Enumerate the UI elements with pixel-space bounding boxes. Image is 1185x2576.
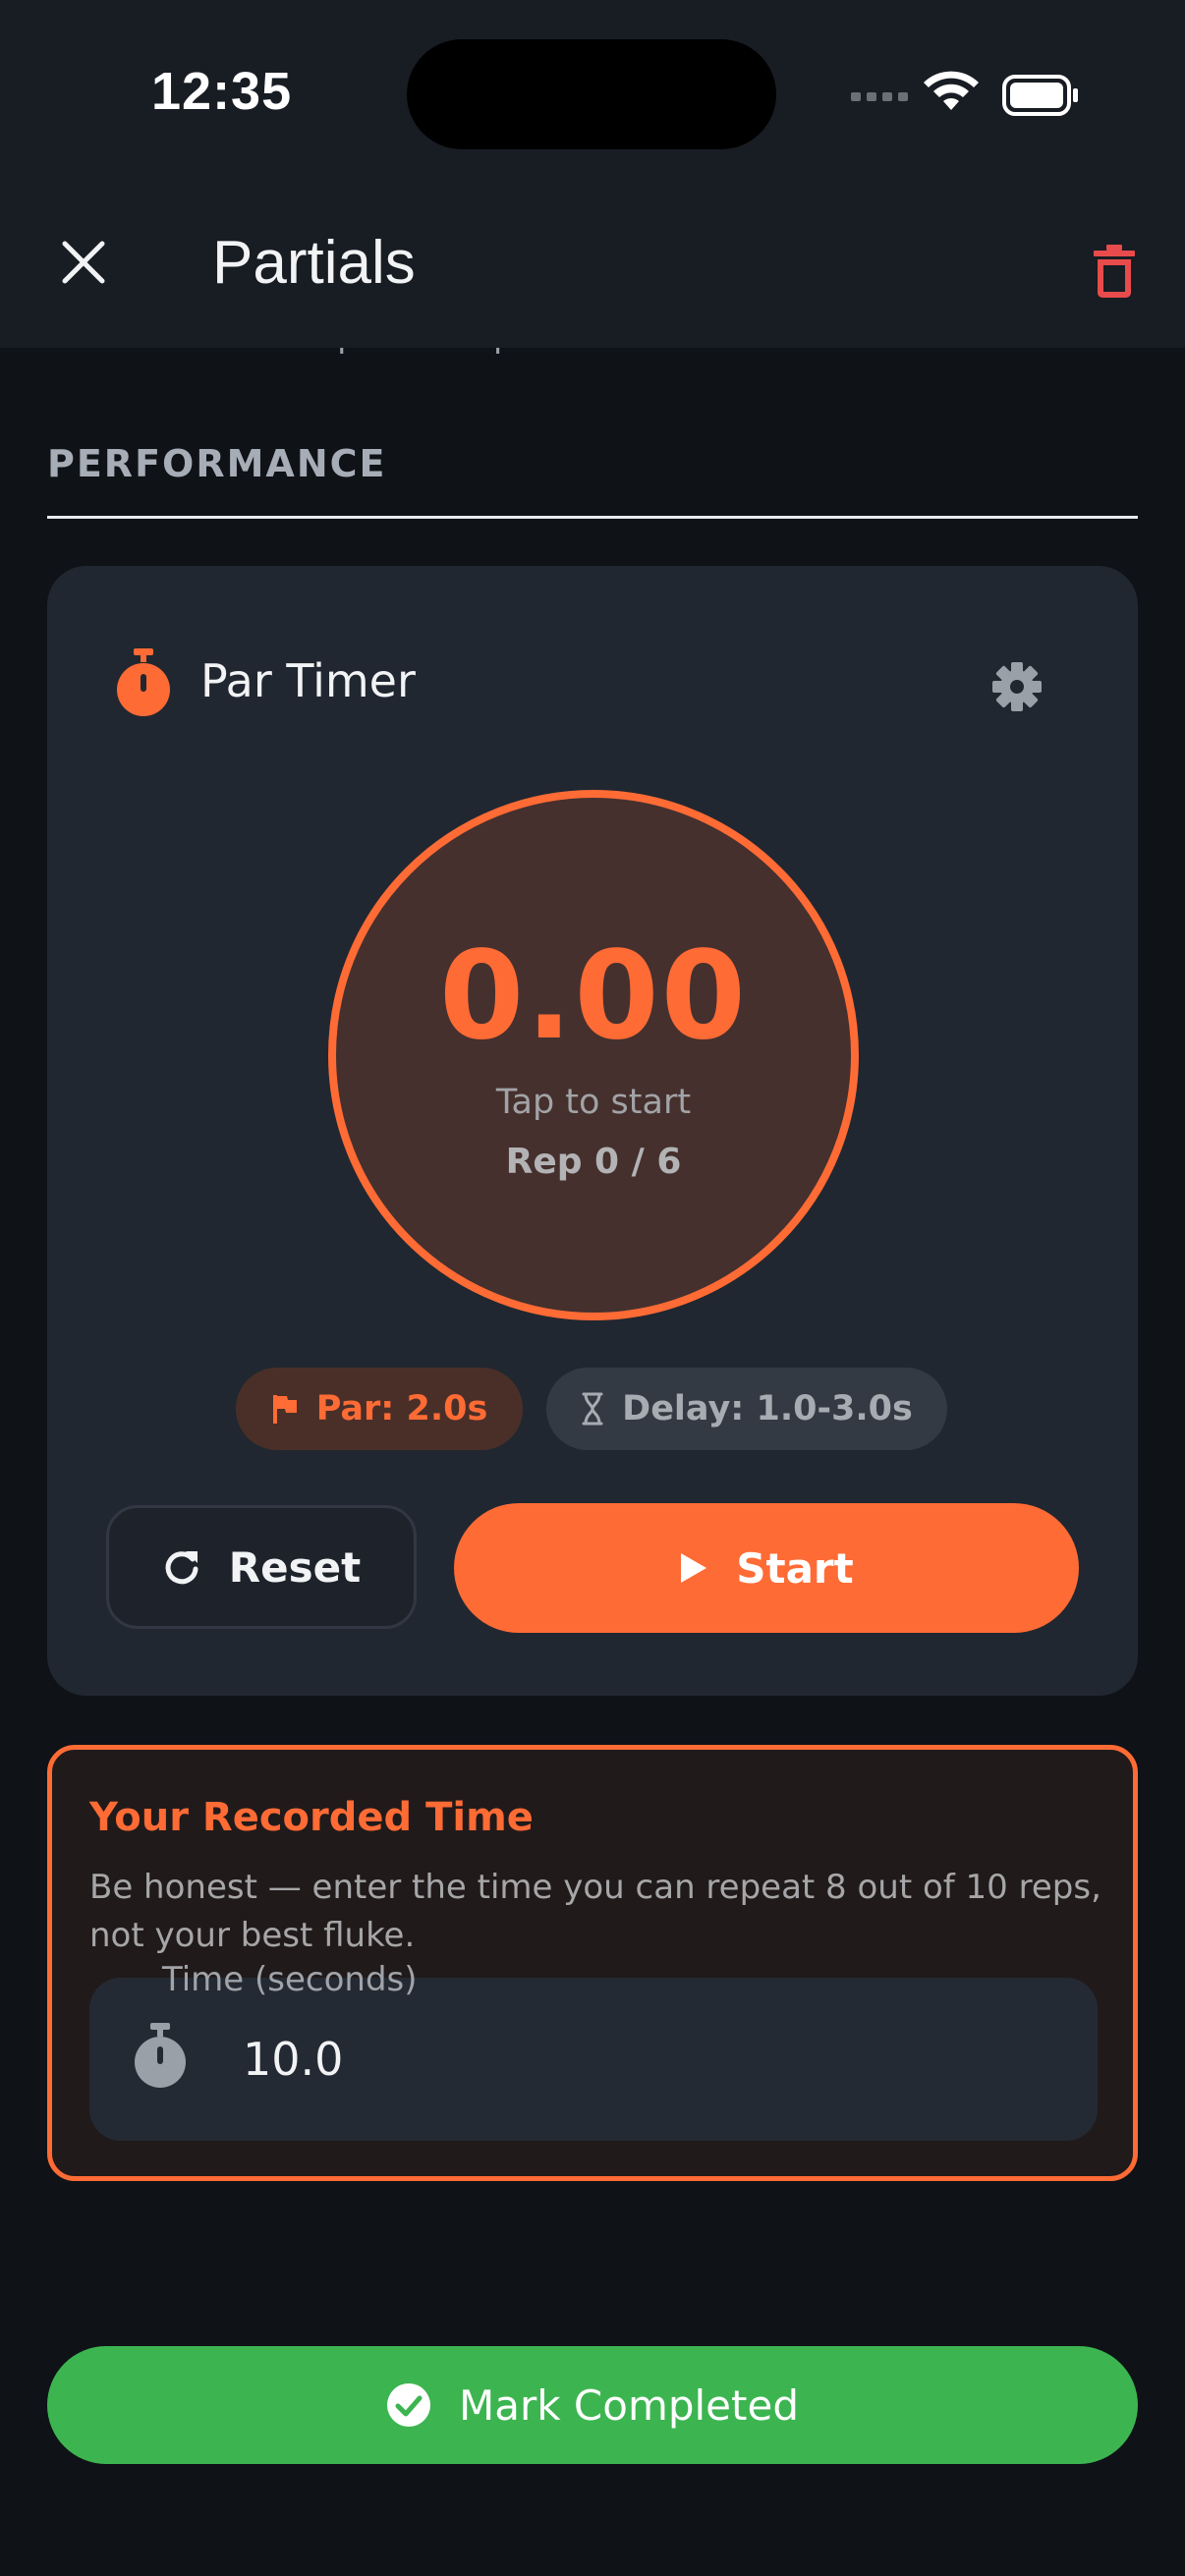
recorded-time-title: Your Recorded Time — [89, 1795, 534, 1840]
delete-button[interactable] — [1071, 228, 1157, 314]
reset-button[interactable]: Reset — [106, 1505, 417, 1629]
delay-chip: Delay: 1.0-3.0s — [546, 1368, 947, 1450]
start-button[interactable]: Start — [454, 1503, 1079, 1633]
app-screen: 12:35 Number of repetitions per set — [0, 0, 1185, 2576]
par-timer-card: Par Timer 0.00 Tap to start Rep 0 / 6 Pa… — [47, 566, 1138, 1696]
rep-counter: Rep 0 / 6 — [505, 1142, 682, 1182]
section-heading-performance: PERFORMANCE — [47, 442, 387, 485]
wifi-icon — [924, 71, 979, 110]
check-circle-icon — [387, 2383, 430, 2427]
stopwatch-icon — [117, 648, 170, 716]
tap-to-start-hint: Tap to start — [495, 1083, 692, 1122]
delay-chip-label: Delay: 1.0-3.0s — [622, 1389, 913, 1428]
timer-title: Par Timer — [200, 654, 416, 707]
close-icon — [62, 241, 105, 284]
par-chip: Par: 2.0s — [236, 1368, 523, 1450]
close-button[interactable] — [39, 218, 128, 307]
dynamic-island — [407, 39, 776, 149]
time-seconds-input[interactable]: 10.0 — [89, 1978, 1098, 2141]
timer-value: 0.00 — [439, 925, 748, 1067]
recorded-time-description: Be honest — enter the time you can repea… — [89, 1868, 1101, 1955]
status-bar: 12:35 — [0, 0, 1185, 196]
recorded-time-card: Your Recorded Time Be honest — enter the… — [47, 1745, 1138, 2181]
section-divider — [47, 516, 1138, 519]
status-icons — [851, 71, 1078, 116]
status-time: 12:35 — [151, 62, 293, 121]
par-chip-label: Par: 2.0s — [315, 1389, 488, 1428]
mark-completed-button[interactable]: Mark Completed — [47, 2346, 1138, 2464]
play-icon — [681, 1553, 707, 1583]
app-bar: Partials — [0, 196, 1185, 348]
timer-dial[interactable]: 0.00 Tap to start Rep 0 / 6 — [328, 790, 859, 1320]
flag-icon — [272, 1395, 297, 1424]
battery-icon — [1002, 75, 1078, 116]
page-title: Partials — [212, 229, 416, 297]
timer-settings-button[interactable] — [983, 652, 1051, 721]
stopwatch-icon — [135, 2023, 186, 2088]
time-input-label: Time (seconds) — [162, 1960, 418, 1999]
gear-icon — [992, 662, 1042, 711]
mark-completed-label: Mark Completed — [459, 2380, 799, 2430]
reset-button-label: Reset — [228, 1542, 362, 1592]
signal-icon — [851, 92, 908, 101]
time-input-value[interactable]: 10.0 — [243, 2033, 343, 2086]
trash-icon — [1094, 245, 1135, 298]
hourglass-icon — [582, 1392, 603, 1426]
start-button-label: Start — [736, 1543, 854, 1593]
refresh-icon — [165, 1551, 198, 1585]
